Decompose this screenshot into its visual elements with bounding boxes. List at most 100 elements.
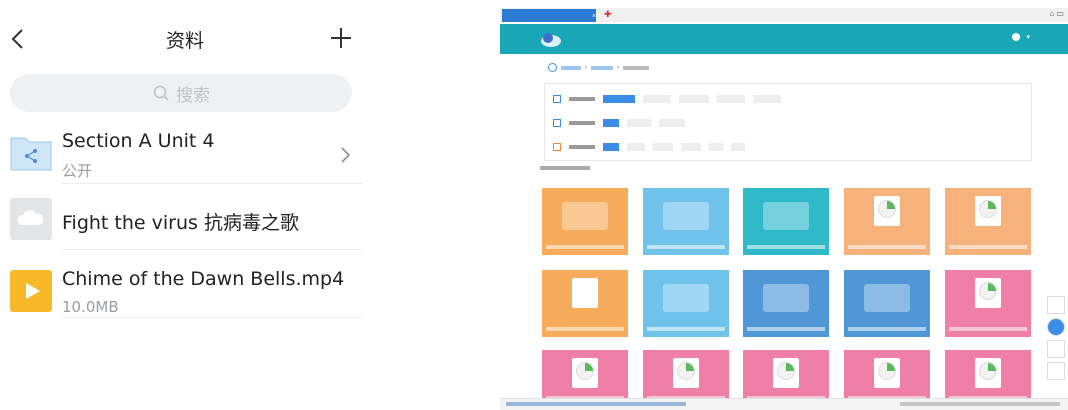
page-title: 资料 — [165, 30, 204, 52]
filter-chip[interactable] — [709, 143, 723, 151]
gears-illustration — [663, 284, 709, 312]
site-top-nav: ▾ — [500, 24, 1068, 54]
add-button[interactable] — [330, 24, 356, 54]
browser-tabbar: × ✚ ⌂ ▭ — [500, 8, 1068, 22]
pie-chart-icon — [979, 200, 997, 218]
file-name: Section A Unit 4 — [62, 130, 215, 152]
breadcrumb-separator: › — [585, 64, 587, 71]
browser-tab[interactable]: × — [502, 9, 596, 22]
filter-chip[interactable] — [753, 95, 781, 103]
mobile-file-screen: 资料 搜索 Section A Unit 4 公开 Fight the viru… — [0, 0, 370, 410]
mail-icon[interactable] — [1047, 362, 1065, 380]
video-file-icon — [10, 270, 52, 312]
result-count — [540, 166, 590, 172]
resource-card[interactable] — [643, 188, 729, 255]
card-caption — [647, 327, 725, 331]
qr-code-icon[interactable] — [1047, 340, 1065, 358]
caret-down-icon: ▾ — [1026, 34, 1030, 41]
filter-chip[interactable] — [681, 143, 701, 151]
card-caption — [546, 245, 624, 249]
resource-card[interactable] — [743, 188, 829, 255]
divider — [62, 317, 362, 318]
breadcrumb-separator: › — [617, 64, 619, 71]
card-caption — [848, 327, 926, 331]
status-text — [506, 402, 686, 406]
pie-chart-icon — [878, 200, 896, 218]
assistant-icon[interactable] — [1047, 318, 1065, 336]
category-icon — [553, 95, 561, 103]
location-icon — [548, 63, 557, 72]
file-visibility: 公开 — [62, 162, 93, 180]
filter-row — [553, 140, 745, 154]
pie-chart-icon — [878, 362, 896, 380]
filter-chip[interactable] — [627, 143, 645, 151]
teacher-board-illustration — [663, 202, 709, 230]
filter-chip[interactable] — [603, 143, 619, 151]
monitor-illustration — [763, 202, 809, 230]
resource-card[interactable] — [844, 270, 930, 337]
filter-chip[interactable] — [627, 119, 651, 127]
resource-card[interactable] — [643, 270, 729, 337]
resource-card[interactable] — [945, 270, 1031, 337]
card-caption — [647, 245, 725, 249]
browser-window: × ✚ ⌂ ▭ ▾ › › — [500, 8, 1068, 410]
filter-chip[interactable] — [603, 119, 619, 127]
file-name: Chime of the Dawn Bells.mp4 — [62, 268, 345, 290]
resource-card[interactable] — [844, 188, 930, 255]
card-caption — [747, 245, 825, 249]
file-row[interactable]: Section A Unit 4 公开 — [0, 122, 362, 184]
new-tab-icon[interactable]: ✚ — [604, 9, 612, 20]
search-icon — [153, 85, 169, 101]
search-input[interactable]: 搜索 — [10, 74, 352, 112]
filter-chip[interactable] — [643, 95, 671, 103]
document-icon — [572, 278, 598, 308]
user-menu[interactable]: ▾ — [1012, 33, 1030, 41]
filter-chip[interactable] — [653, 143, 673, 151]
breadcrumb-item[interactable] — [591, 65, 613, 70]
browser-status-bar — [500, 398, 1068, 410]
filter-row — [553, 116, 685, 130]
pie-chart-icon — [677, 362, 695, 380]
close-icon[interactable]: × — [592, 10, 596, 23]
cloud-file-icon — [10, 198, 52, 240]
kids-illustration — [763, 284, 809, 312]
breadcrumb: › › — [548, 63, 649, 72]
plus-icon — [331, 28, 351, 48]
topic-icon — [553, 119, 561, 127]
filter-label — [569, 121, 595, 125]
side-toolbar — [1046, 296, 1066, 380]
resource-card[interactable] — [945, 188, 1031, 255]
pie-chart-icon — [979, 282, 997, 300]
file-row[interactable]: Fight the virus 抗病毒之歌 — [0, 188, 362, 250]
teacher-board-illustration — [562, 202, 608, 230]
pie-chart-icon — [777, 362, 795, 380]
app-header: 资料 — [0, 16, 370, 64]
window-controls[interactable]: ⌂ ▭ — [1049, 9, 1064, 18]
filter-chip[interactable] — [679, 95, 709, 103]
filter-row — [553, 92, 781, 106]
card-caption — [949, 327, 1027, 331]
filter-chip[interactable] — [659, 119, 685, 127]
resource-card[interactable] — [743, 270, 829, 337]
expert-icon — [553, 143, 561, 151]
breadcrumb-item — [623, 65, 649, 70]
filter-chip[interactable] — [717, 95, 745, 103]
card-caption — [546, 327, 624, 331]
filter-panel — [544, 83, 1032, 161]
filter-chip[interactable] — [603, 95, 635, 103]
shared-folder-icon — [10, 137, 52, 171]
resource-card[interactable] — [542, 188, 628, 255]
edit-icon[interactable] — [1047, 296, 1065, 314]
status-controls[interactable] — [900, 402, 1060, 406]
card-caption — [747, 327, 825, 331]
file-name: Fight the virus 抗病毒之歌 — [62, 212, 299, 234]
filter-chip[interactable] — [731, 143, 745, 151]
breadcrumb-item[interactable] — [561, 65, 581, 70]
file-row[interactable]: Chime of the Dawn Bells.mp4 10.0MB — [0, 256, 362, 318]
card-caption — [949, 245, 1027, 249]
divider — [62, 249, 362, 250]
search-placeholder: 搜索 — [176, 85, 210, 106]
kids-illustration — [864, 284, 910, 312]
resource-card[interactable] — [542, 270, 628, 337]
avatar — [1012, 33, 1021, 41]
